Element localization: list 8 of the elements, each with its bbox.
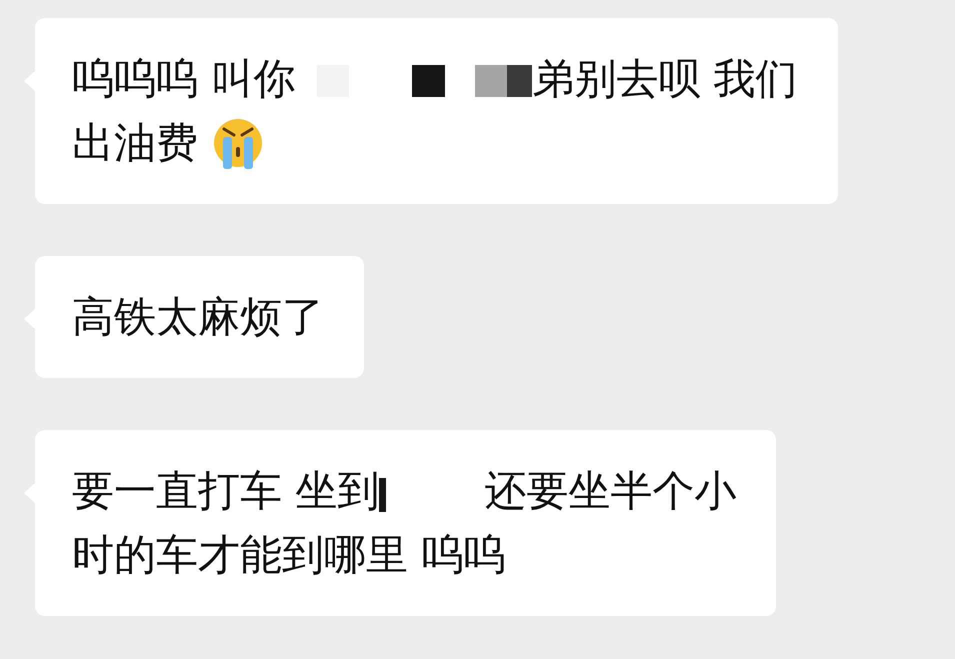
message-text: 高铁太麻烦了 [72, 291, 324, 343]
redaction-bar [379, 478, 386, 512]
message-text: 时的车才能到哪里 呜呜 [72, 529, 506, 581]
message-text: 呜呜呜 叫你 [72, 53, 296, 105]
message-text: 要一直打车 坐到 [72, 465, 380, 517]
message-text: 还要坐半个小 [484, 465, 736, 517]
message-text: 弟别去呗 我们 [532, 53, 798, 105]
message-text: 出油费 [72, 117, 198, 169]
